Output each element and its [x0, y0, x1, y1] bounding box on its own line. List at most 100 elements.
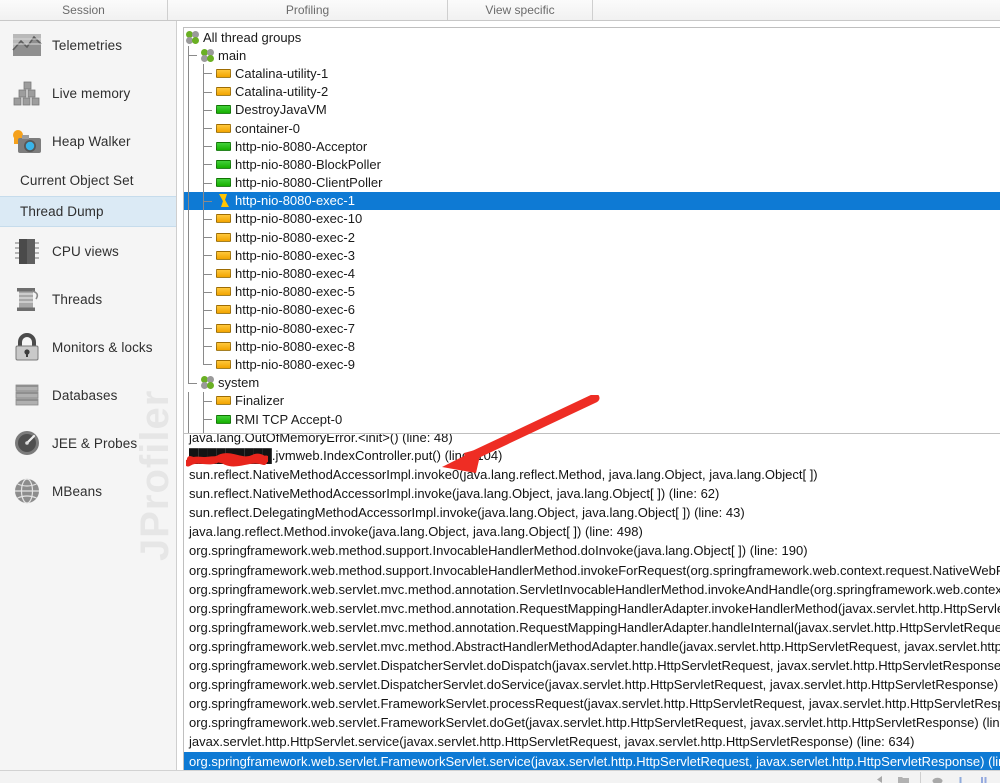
tree-indent-guides — [184, 409, 214, 429]
thread-green-icon — [216, 414, 231, 424]
thread-yellow-icon — [216, 232, 231, 242]
thread-group-icon — [201, 376, 214, 390]
navigation-sidebar: Telemetries Live memory Heap Walker Current… — [0, 21, 177, 783]
thread-tree-row-label: system — [218, 375, 260, 391]
tree-indent-guides — [184, 191, 214, 210]
thread-tree-row[interactable]: http-nio-8080-exec-5 — [184, 282, 1000, 301]
stack-trace-row[interactable]: org.springframework.web.method.support.I… — [184, 541, 1000, 560]
thread-yellow-icon — [216, 396, 231, 406]
tree-indent-guides — [184, 118, 214, 138]
sidebar-item-monitors-locks[interactable]: Monitors & locks — [0, 323, 176, 371]
sidebar-item-jee-probes[interactable]: JEE & Probes — [0, 419, 176, 467]
stack-trace-row[interactable]: org.springframework.web.servlet.Framewor… — [184, 694, 1000, 713]
thread-tree-row[interactable]: http-nio-8080-exec-4 — [184, 264, 1000, 283]
back-arrow-icon[interactable] — [874, 772, 887, 783]
sidebar-item-threads[interactable]: Threads — [0, 275, 176, 323]
stack-trace-row[interactable]: org.springframework.web.servlet.mvc.meth… — [184, 580, 1000, 599]
menu-tab-session[interactable]: Session — [0, 0, 168, 20]
thread-green-icon — [216, 105, 231, 115]
thread-group-icon — [186, 30, 199, 44]
thread-tree-row[interactable]: http-nio-8080-exec-1 — [184, 191, 1000, 210]
thread-tree-row[interactable]: Finalizer — [184, 391, 1000, 410]
folder-icon[interactable] — [897, 772, 910, 783]
sidebar-item-telemetries[interactable]: Telemetries — [0, 21, 176, 69]
stack-trace-row[interactable]: org.springframework.web.servlet.Dispatch… — [184, 656, 1000, 675]
thread-tree-row[interactable]: http-nio-8080-ClientPoller — [184, 173, 1000, 192]
thread-tree-row-label: http-nio-8080-exec-3 — [235, 247, 355, 263]
thread-tree-row[interactable]: DestroyJavaVM — [184, 100, 1000, 119]
stack-trace-panel[interactable]: java.lang.OutOfMemoryError.<init>() (lin… — [183, 433, 1000, 777]
menu-tab-profiling[interactable]: Profiling — [168, 0, 448, 20]
pause-icon[interactable] — [977, 772, 990, 783]
tree-indent-guides — [184, 300, 214, 319]
bottom-toolbar — [0, 770, 1000, 783]
thread-yellow-icon — [216, 269, 231, 279]
thread-tree-row[interactable]: RMI TCP Accept-0 — [184, 409, 1000, 429]
sidebar-item-heap-walker[interactable]: Heap Walker — [0, 117, 176, 165]
thread-tree-row[interactable]: All thread groups — [184, 28, 1000, 46]
sidebar-item-label: Telemetries — [52, 37, 123, 53]
globe-icon — [10, 474, 44, 508]
sidebar-item-mbeans[interactable]: MBeans — [0, 467, 176, 515]
sidebar-item-list: Telemetries Live memory Heap Walker Current… — [0, 21, 176, 515]
tree-indent-guides — [184, 264, 214, 283]
thread-tree-row-label: Catalina-utility-2 — [235, 84, 329, 100]
sidebar-item-cpu-views[interactable]: CPU views — [0, 227, 176, 275]
thread-tree-row[interactable]: http-nio-8080-exec-2 — [184, 228, 1000, 247]
thread-yellow-icon — [216, 214, 231, 224]
stack-trace-row[interactable]: javax.servlet.http.HttpServlet.service(j… — [184, 732, 1000, 751]
info-icon[interactable] — [954, 772, 967, 783]
cloud-icon[interactable] — [931, 772, 944, 783]
thread-tree-row[interactable]: http-nio-8080-exec-3 — [184, 246, 1000, 265]
thread-tree-row[interactable]: system — [184, 373, 1000, 392]
sidebar-item-live-memory[interactable]: Live memory — [0, 69, 176, 117]
stack-trace-row[interactable]: org.springframework.web.servlet.Framewor… — [184, 751, 1000, 771]
thread-tree-row-label: RMI TCP Accept-0 — [235, 411, 343, 427]
stack-trace-row[interactable]: sun.reflect.DelegatingMethodAccessorImpl… — [184, 503, 1000, 522]
threads-icon — [10, 282, 44, 316]
gauge-icon — [10, 426, 44, 460]
thread-tree-row[interactable]: http-nio-8080-Acceptor — [184, 137, 1000, 156]
sidebar-item-label: Heap Walker — [52, 133, 131, 149]
thread-tree-panel[interactable]: All thread groups main Catalina-utility-1 C… — [183, 27, 1000, 437]
tree-indent-guides — [184, 173, 214, 192]
sidebar-item-label: JEE & Probes — [52, 435, 138, 451]
stack-trace-list: java.lang.OutOfMemoryError.<init>() (lin… — [184, 434, 1000, 771]
thread-tree-row[interactable]: http-nio-8080-BlockPoller — [184, 155, 1000, 174]
thread-tree-row[interactable]: http-nio-8080-exec-10 — [184, 209, 1000, 229]
stack-trace-row[interactable]: org.springframework.web.method.support.I… — [184, 561, 1000, 580]
stack-trace-row[interactable]: sun.reflect.NativeMethodAccessorImpl.inv… — [184, 484, 1000, 503]
thread-tree-row-label: container-0 — [235, 120, 301, 136]
thread-tree-row[interactable]: http-nio-8080-exec-8 — [184, 337, 1000, 356]
tree-indent-guides — [184, 209, 214, 229]
thread-tree-row[interactable]: Catalina-utility-2 — [184, 82, 1000, 101]
thread-tree-row-label: http-nio-8080-exec-9 — [235, 356, 355, 372]
sidebar-item-thread-dump[interactable]: Thread Dump — [0, 196, 176, 227]
thread-tree-row[interactable]: main — [184, 46, 1000, 65]
stack-trace-row[interactable]: org.springframework.web.servlet.Dispatch… — [184, 675, 1000, 694]
thread-tree-row[interactable]: http-nio-8080-exec-9 — [184, 355, 1000, 374]
thread-tree-row[interactable]: http-nio-8080-exec-6 — [184, 300, 1000, 319]
tree-indent-guides — [184, 137, 214, 156]
thread-tree-row-label: Finalizer — [235, 393, 285, 409]
menu-tab-view-specific[interactable]: View specific — [448, 0, 593, 20]
sidebar-item-label: MBeans — [52, 483, 103, 499]
stack-trace-row[interactable]: █████████.jvmweb.IndexController.put() (… — [184, 446, 1000, 465]
stack-trace-row[interactable]: java.lang.OutOfMemoryError.<init>() (lin… — [184, 434, 1000, 446]
thread-tree-row[interactable]: container-0 — [184, 118, 1000, 138]
menubar-spacer — [593, 0, 1000, 20]
thread-tree-row-label: main — [218, 47, 247, 63]
thread-tree-row-label: http-nio-8080-exec-5 — [235, 284, 355, 300]
stack-trace-row[interactable]: java.lang.reflect.Method.invoke(java.lan… — [184, 522, 1000, 541]
thread-tree-row[interactable]: http-nio-8080-exec-7 — [184, 319, 1000, 338]
stack-trace-row[interactable]: org.springframework.web.servlet.mvc.meth… — [184, 637, 1000, 656]
stack-trace-row[interactable]: org.springframework.web.servlet.mvc.meth… — [184, 618, 1000, 637]
toolbar-separator — [920, 771, 921, 783]
stack-trace-row[interactable]: org.springframework.web.servlet.Framewor… — [184, 713, 1000, 732]
sidebar-item-current-object-set[interactable]: Current Object Set — [0, 165, 176, 196]
stack-trace-row[interactable]: org.springframework.web.servlet.mvc.meth… — [184, 599, 1000, 618]
thread-tree-row[interactable]: Catalina-utility-1 — [184, 64, 1000, 83]
sidebar-item-databases[interactable]: Databases — [0, 371, 176, 419]
thread-yellow-icon — [216, 68, 231, 78]
stack-trace-row[interactable]: sun.reflect.NativeMethodAccessorImpl.inv… — [184, 465, 1000, 484]
